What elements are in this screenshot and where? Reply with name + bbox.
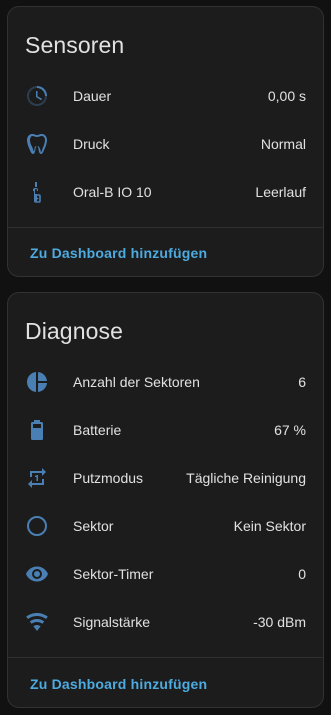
entity-label: Anzahl der Sektoren [73,374,200,390]
entity-value: Normal [260,136,306,152]
entity-row-oral-b[interactable]: Oral-B IO 10 Leerlauf [8,168,323,216]
card-title: Sensoren [25,32,125,58]
card-title: Diagnose [25,318,123,344]
divider [8,657,323,658]
entity-row-sektor-timer[interactable]: Sektor-Timer 0 [8,550,323,598]
add-to-dashboard-button[interactable]: Zu Dashboard hinzufügen [30,245,207,261]
entity-value: 0,00 s [267,88,306,104]
entity-row-druck[interactable]: Druck Normal [8,120,323,168]
chart-pie-icon [25,370,49,394]
sensoren-card: Sensoren Dauer 0,00 s Druck Normal Oral-… [7,6,324,277]
entity-label: Sektor [73,518,114,534]
entity-label: Dauer [73,88,112,104]
entity-label: Druck [73,136,110,152]
circle-outline-icon [25,514,49,538]
entity-label: Oral-B IO 10 [73,184,152,200]
entity-row-sektor[interactable]: Sektor Kein Sektor [8,502,323,550]
entity-label: Signalstärke [73,614,151,630]
toothbrush-electric-icon [25,180,49,204]
timer-outline-icon [25,84,49,108]
add-to-dashboard-button[interactable]: Zu Dashboard hinzufügen [30,676,207,692]
entity-value: Tägliche Reinigung [186,470,306,486]
entity-label: Sektor-Timer [73,566,154,582]
entity-row-putzmodus[interactable]: Putzmodus Tägliche Reinigung [8,454,323,502]
divider [8,227,323,228]
entity-row-dauer[interactable]: Dauer 0,00 s [8,72,323,120]
tooth-icon [25,132,49,156]
entity-row-anzahl-sektoren[interactable]: Anzahl der Sektoren 6 [8,358,323,406]
entity-value: 67 % [274,422,306,438]
wifi-icon [25,610,49,634]
entity-value: Kein Sektor [233,518,306,534]
entity-label: Putzmodus [73,470,144,486]
eye-icon [25,562,49,586]
repeat-once-icon [25,466,49,490]
entity-value: -30 dBm [253,614,306,630]
entity-value: 0 [298,566,306,582]
diagnose-card: Diagnose Anzahl der Sektoren 6 Batterie … [7,292,324,708]
entity-value: Leerlauf [255,184,306,200]
entity-row-batterie[interactable]: Batterie 67 % [8,406,323,454]
entity-label: Batterie [73,422,122,438]
entity-row-signalstaerke[interactable]: Signalstärke -30 dBm [8,598,323,646]
entity-value: 6 [298,374,306,390]
battery-icon [25,418,49,442]
